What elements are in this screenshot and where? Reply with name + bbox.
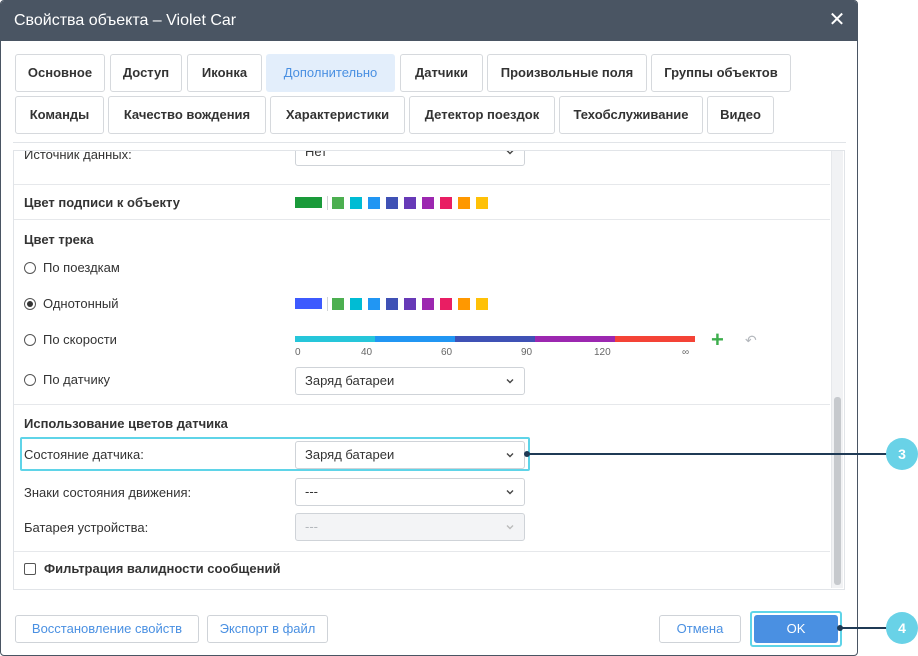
speed-tick-label: ∞ [682, 347, 690, 358]
track-color-swatch[interactable] [422, 298, 434, 310]
tab-maintenance[interactable]: Техобслуживание [559, 96, 703, 134]
callout-4-line [840, 627, 887, 629]
tab-video[interactable]: Видео [707, 96, 774, 134]
ok-button[interactable]: OK [754, 615, 838, 643]
label-color-swatch[interactable] [404, 197, 416, 209]
chevron-down-icon [506, 490, 514, 495]
speed-gradient-segment[interactable] [295, 336, 375, 342]
motion-signs-label: Знаки состояния движения: [24, 485, 192, 500]
speed-tick-label: 40 [361, 347, 373, 358]
radio-solid[interactable] [24, 298, 36, 310]
track-color-swatch[interactable] [458, 298, 470, 310]
data-source-select[interactable]: Нет [295, 150, 525, 166]
data-source-label: Источник данных: [24, 150, 132, 162]
filter-checkbox[interactable] [24, 563, 36, 575]
callout-3-line [527, 453, 887, 455]
tab-sensors[interactable]: Датчики [400, 54, 483, 92]
track-color-swatch[interactable] [404, 298, 416, 310]
radio-by-sensor-label: По датчику [43, 372, 111, 387]
radio-by-speed-label: По скорости [43, 332, 117, 347]
speed-tick-label: 60 [441, 347, 453, 358]
track-color-swatch[interactable] [386, 298, 398, 310]
track-selected-swatch[interactable] [295, 298, 322, 309]
dialog-title: Свойства объекта – Violet Car [14, 12, 237, 29]
chevron-down-icon [506, 379, 514, 384]
callout-3-badge: 3 [886, 438, 918, 470]
sensor-state-value: Заряд батареи [305, 447, 395, 462]
chevron-down-icon [506, 151, 514, 155]
swatch-separator [327, 196, 328, 210]
divider [14, 184, 830, 185]
speed-tick-label: 120 [594, 347, 611, 358]
filter-label: Фильтрация валидности сообщений [44, 561, 281, 576]
speed-gradient-segment[interactable] [535, 336, 615, 342]
tab-driving-quality[interactable]: Качество вождения [108, 96, 266, 134]
motion-signs-select[interactable]: --- [295, 478, 525, 506]
data-source-value: Нет [305, 150, 328, 159]
radio-solid-label: Однотонный [43, 296, 119, 311]
track-color-swatch[interactable] [476, 298, 488, 310]
tab-basic[interactable]: Основное [15, 54, 105, 92]
label-color-swatch[interactable] [476, 197, 488, 209]
dialog-titlebar: Свойства объекта – Violet Car ✕ [1, 1, 857, 41]
tab-characteristics[interactable]: Характеристики [270, 96, 405, 134]
by-sensor-value: Заряд батареи [305, 373, 395, 388]
tab-icon[interactable]: Иконка [187, 54, 262, 92]
label-color-swatch[interactable] [422, 197, 434, 209]
track-color-title: Цвет трека [24, 232, 94, 247]
label-color-swatch[interactable] [350, 197, 362, 209]
label-color-swatch[interactable] [386, 197, 398, 209]
device-battery-value: --- [305, 519, 318, 534]
track-color-swatch[interactable] [368, 298, 380, 310]
label-selected-swatch[interactable] [295, 197, 322, 208]
plus-icon[interactable]: + [711, 329, 724, 351]
tab-trip-detector[interactable]: Детектор поездок [409, 96, 555, 134]
sensor-state-select[interactable]: Заряд батареи [295, 441, 525, 469]
tab-object-groups[interactable]: Группы объектов [651, 54, 791, 92]
tabs-divider [13, 142, 846, 143]
sensor-state-label: Состояние датчика: [24, 447, 144, 462]
device-battery-label: Батарея устройства: [24, 520, 149, 535]
sensor-colors-title: Использование цветов датчика [24, 416, 228, 431]
speed-tick-label: 90 [521, 347, 533, 358]
radio-by-sensor[interactable] [24, 374, 36, 386]
tab-advanced[interactable]: Дополнительно [266, 54, 395, 92]
speed-gradient-segment[interactable] [455, 336, 535, 342]
close-icon[interactable]: ✕ [827, 10, 847, 30]
undo-icon[interactable]: ↶ [745, 332, 757, 349]
object-properties-dialog: Свойства объекта – Violet Car ✕ Основное… [0, 0, 858, 656]
label-color-swatch[interactable] [440, 197, 452, 209]
tab-custom-fields[interactable]: Произвольные поля [487, 54, 647, 92]
restore-properties-button[interactable]: Восстановление свойств [15, 615, 199, 643]
device-battery-select: --- [295, 513, 525, 541]
tab-commands[interactable]: Команды [15, 96, 104, 134]
swatch-separator [327, 297, 328, 311]
chevron-down-icon [506, 453, 514, 458]
divider [14, 404, 830, 405]
callout-4-badge: 4 [886, 612, 918, 644]
cancel-button[interactable]: Отмена [659, 615, 741, 643]
track-color-swatch[interactable] [332, 298, 344, 310]
label-color-title: Цвет подписи к объекту [24, 195, 180, 210]
radio-by-trips[interactable] [24, 262, 36, 274]
track-color-swatch[interactable] [350, 298, 362, 310]
scrollbar-thumb[interactable] [834, 397, 841, 585]
by-sensor-select[interactable]: Заряд батареи [295, 367, 525, 395]
advanced-settings-panel: Источник данных: Нет Цвет подписи к объе… [13, 150, 845, 590]
radio-by-speed[interactable] [24, 334, 36, 346]
speed-gradient-segment[interactable] [375, 336, 455, 342]
motion-signs-value: --- [305, 484, 318, 499]
label-color-swatch[interactable] [368, 197, 380, 209]
label-color-swatch[interactable] [458, 197, 470, 209]
divider [14, 219, 830, 220]
radio-by-trips-label: По поездкам [43, 260, 120, 275]
tab-access[interactable]: Доступ [110, 54, 182, 92]
speed-gradient-segment[interactable] [615, 336, 695, 342]
track-color-swatch[interactable] [440, 298, 452, 310]
chevron-down-icon [506, 525, 514, 530]
divider [14, 551, 830, 552]
label-color-swatch[interactable] [332, 197, 344, 209]
export-to-file-button[interactable]: Экспорт в файл [207, 615, 328, 643]
speed-tick-label: 0 [295, 347, 301, 358]
